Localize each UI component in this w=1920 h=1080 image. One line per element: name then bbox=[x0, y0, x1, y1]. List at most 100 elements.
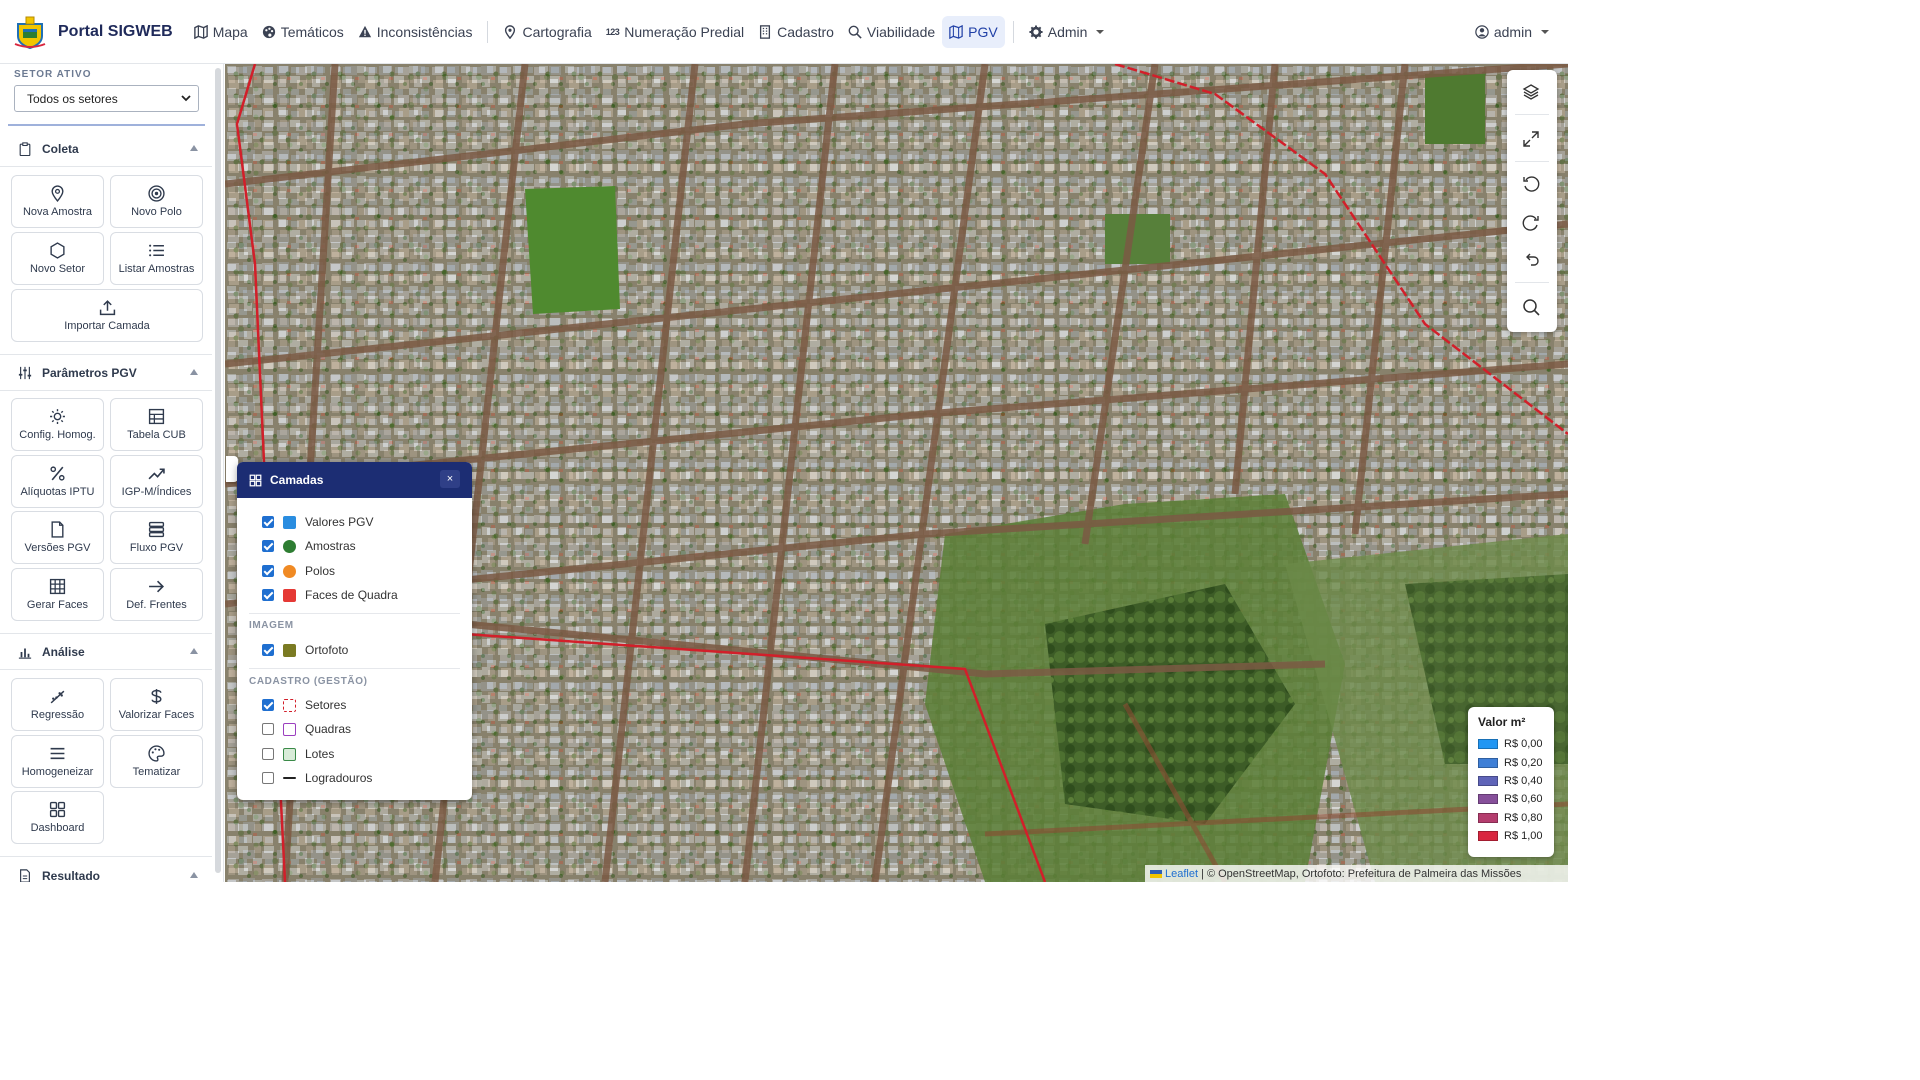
tabela-cub-button[interactable]: Tabela CUB bbox=[110, 398, 203, 451]
nav-viabilidade[interactable]: Viabilidade bbox=[841, 16, 942, 48]
file-icon bbox=[51, 521, 64, 538]
layer-checkbox[interactable] bbox=[262, 644, 274, 656]
rotate-right-button[interactable] bbox=[1520, 213, 1542, 235]
versoes-pgv-button[interactable]: Versões PGV bbox=[11, 511, 104, 564]
layers-panel-header: Camadas bbox=[237, 462, 472, 498]
layer-setores[interactable]: Setores bbox=[262, 696, 346, 714]
nav-numeracao-predial[interactable]: 123 Numeração Predial bbox=[599, 16, 751, 48]
rotate-right-icon bbox=[1522, 215, 1539, 231]
sun-gear-icon bbox=[50, 409, 65, 424]
layer-valores-pgv[interactable]: Valores PGV bbox=[262, 513, 373, 531]
nav-admin-dropdown[interactable]: Admin bbox=[1022, 16, 1112, 48]
def-frentes-button[interactable]: Def. Frentes bbox=[110, 568, 203, 621]
layers-panel: Camadas × Valores PGV Amostras Polos Fac… bbox=[237, 462, 472, 800]
tematizar-label: Tematizar bbox=[132, 766, 181, 778]
listar-amostras-button[interactable]: Listar Amostras bbox=[110, 232, 203, 285]
homogeneizar-button[interactable]: Homogeneizar bbox=[11, 735, 104, 788]
dashboard-grid-icon bbox=[49, 801, 66, 818]
layer-checkbox[interactable] bbox=[262, 516, 274, 528]
fluxo-pgv-button[interactable]: Fluxo PGV bbox=[110, 511, 203, 564]
gear-icon bbox=[1029, 24, 1043, 39]
nav-mapa-label: Mapa bbox=[212, 23, 248, 40]
gerar-faces-button[interactable]: Gerar Faces bbox=[11, 568, 104, 621]
divider bbox=[249, 613, 460, 614]
nova-amostra-button[interactable]: Nova Amostra bbox=[11, 175, 104, 228]
novo-setor-button[interactable]: Novo Setor bbox=[11, 232, 104, 285]
fullscreen-button[interactable] bbox=[1520, 128, 1542, 150]
section-parametros-header[interactable]: Parâmetros PGV bbox=[0, 356, 212, 390]
nav-cartografia[interactable]: Cartografia bbox=[496, 16, 598, 48]
novo-polo-button[interactable]: Novo Polo bbox=[110, 175, 203, 228]
map-search-button[interactable] bbox=[1520, 296, 1542, 318]
map-pin-icon bbox=[51, 185, 64, 202]
layer-faces-de-quadra[interactable]: Faces de Quadra bbox=[262, 586, 398, 604]
nav-viabilidade-label: Viabilidade bbox=[866, 23, 936, 40]
nav-mapa[interactable]: Mapa bbox=[187, 16, 255, 48]
layers-icon bbox=[1522, 84, 1540, 100]
layer-swatch bbox=[283, 722, 296, 736]
layer-polos[interactable]: Polos bbox=[262, 562, 335, 580]
nav-tematicos[interactable]: Temáticos bbox=[255, 16, 351, 48]
divider bbox=[1515, 114, 1549, 115]
nav-cadastro[interactable]: Cadastro bbox=[751, 16, 841, 48]
dashboard-button[interactable]: Dashboard bbox=[11, 791, 104, 844]
layer-swatch bbox=[283, 588, 296, 602]
layer-swatch bbox=[283, 515, 296, 529]
ukraine-flag-icon bbox=[1150, 869, 1162, 878]
valorizar-faces-button[interactable]: Valorizar Faces bbox=[110, 678, 203, 731]
undo-button[interactable] bbox=[1520, 248, 1542, 270]
layer-checkbox[interactable] bbox=[262, 699, 274, 711]
importar-camada-button[interactable]: Importar Camada bbox=[11, 289, 203, 342]
config-homog-button[interactable]: Config. Homog. bbox=[11, 398, 104, 451]
layer-label: Valores PGV bbox=[305, 515, 374, 529]
layer-amostras[interactable]: Amostras bbox=[262, 537, 356, 555]
nav-inconsistencias[interactable]: Inconsistências bbox=[351, 16, 480, 48]
valorizar-faces-label: Valorizar Faces bbox=[118, 709, 195, 721]
fluxo-pgv-label: Fluxo PGV bbox=[129, 542, 184, 554]
section-analise-header[interactable]: Análise bbox=[0, 635, 212, 669]
layer-checkbox[interactable] bbox=[262, 723, 274, 735]
layer-checkbox[interactable] bbox=[262, 772, 274, 784]
map-icon bbox=[949, 24, 963, 39]
tematizar-button[interactable]: Tematizar bbox=[110, 735, 203, 788]
layer-quadras[interactable]: Quadras bbox=[262, 720, 351, 738]
legend-label: R$ 0,80 bbox=[1504, 811, 1543, 824]
arrow-right-icon bbox=[149, 580, 165, 593]
legend-label: R$ 0,20 bbox=[1504, 756, 1543, 769]
layer-lotes[interactable]: Lotes bbox=[262, 745, 334, 763]
layer-label: Setores bbox=[305, 698, 347, 712]
layer-logradouros[interactable]: Logradouros bbox=[262, 769, 372, 787]
regressao-button[interactable]: Regressão bbox=[11, 678, 104, 731]
regressao-label: Regressão bbox=[30, 709, 85, 721]
sliders-icon bbox=[18, 366, 32, 380]
map-controls bbox=[1507, 70, 1557, 332]
close-button[interactable]: × bbox=[440, 470, 460, 488]
search-icon bbox=[1523, 299, 1540, 316]
setor-select[interactable]: Todos os setores bbox=[14, 85, 199, 112]
layers-button[interactable] bbox=[1520, 81, 1542, 103]
tabela-cub-label: Tabela CUB bbox=[127, 429, 186, 441]
user-menu[interactable]: admin bbox=[1468, 16, 1556, 48]
layer-checkbox[interactable] bbox=[262, 748, 274, 760]
nav-inconsistencias-label: Inconsistências bbox=[376, 23, 473, 40]
layer-checkbox[interactable] bbox=[262, 540, 274, 552]
regression-icon bbox=[50, 690, 65, 704]
layer-checkbox[interactable] bbox=[262, 589, 274, 601]
map-pin-icon bbox=[505, 24, 516, 39]
legend-label: R$ 0,40 bbox=[1504, 774, 1543, 787]
brand[interactable]: Portal SIGWEB bbox=[12, 14, 173, 50]
layer-ortofoto[interactable]: Ortofoto bbox=[262, 641, 348, 659]
sidebar-scrollbar[interactable] bbox=[215, 68, 221, 873]
divider bbox=[0, 856, 212, 857]
section-resultado-header[interactable]: Resultado bbox=[0, 859, 212, 882]
section-coleta-title: Coleta bbox=[42, 142, 79, 156]
rotate-left-button[interactable] bbox=[1520, 174, 1542, 196]
layer-checkbox[interactable] bbox=[262, 565, 274, 577]
warning-icon bbox=[358, 25, 371, 37]
section-coleta-header[interactable]: Coleta bbox=[0, 132, 212, 166]
nav-pgv[interactable]: PGV bbox=[942, 15, 1005, 48]
legend-item: R$ 0,20 bbox=[1478, 753, 1544, 771]
aliquotas-iptu-button[interactable]: Alíquotas IPTU bbox=[11, 455, 104, 508]
igp-m-indices-button[interactable]: IGP-M/Índices bbox=[110, 455, 203, 508]
leaflet-link[interactable]: Leaflet bbox=[1165, 868, 1198, 880]
